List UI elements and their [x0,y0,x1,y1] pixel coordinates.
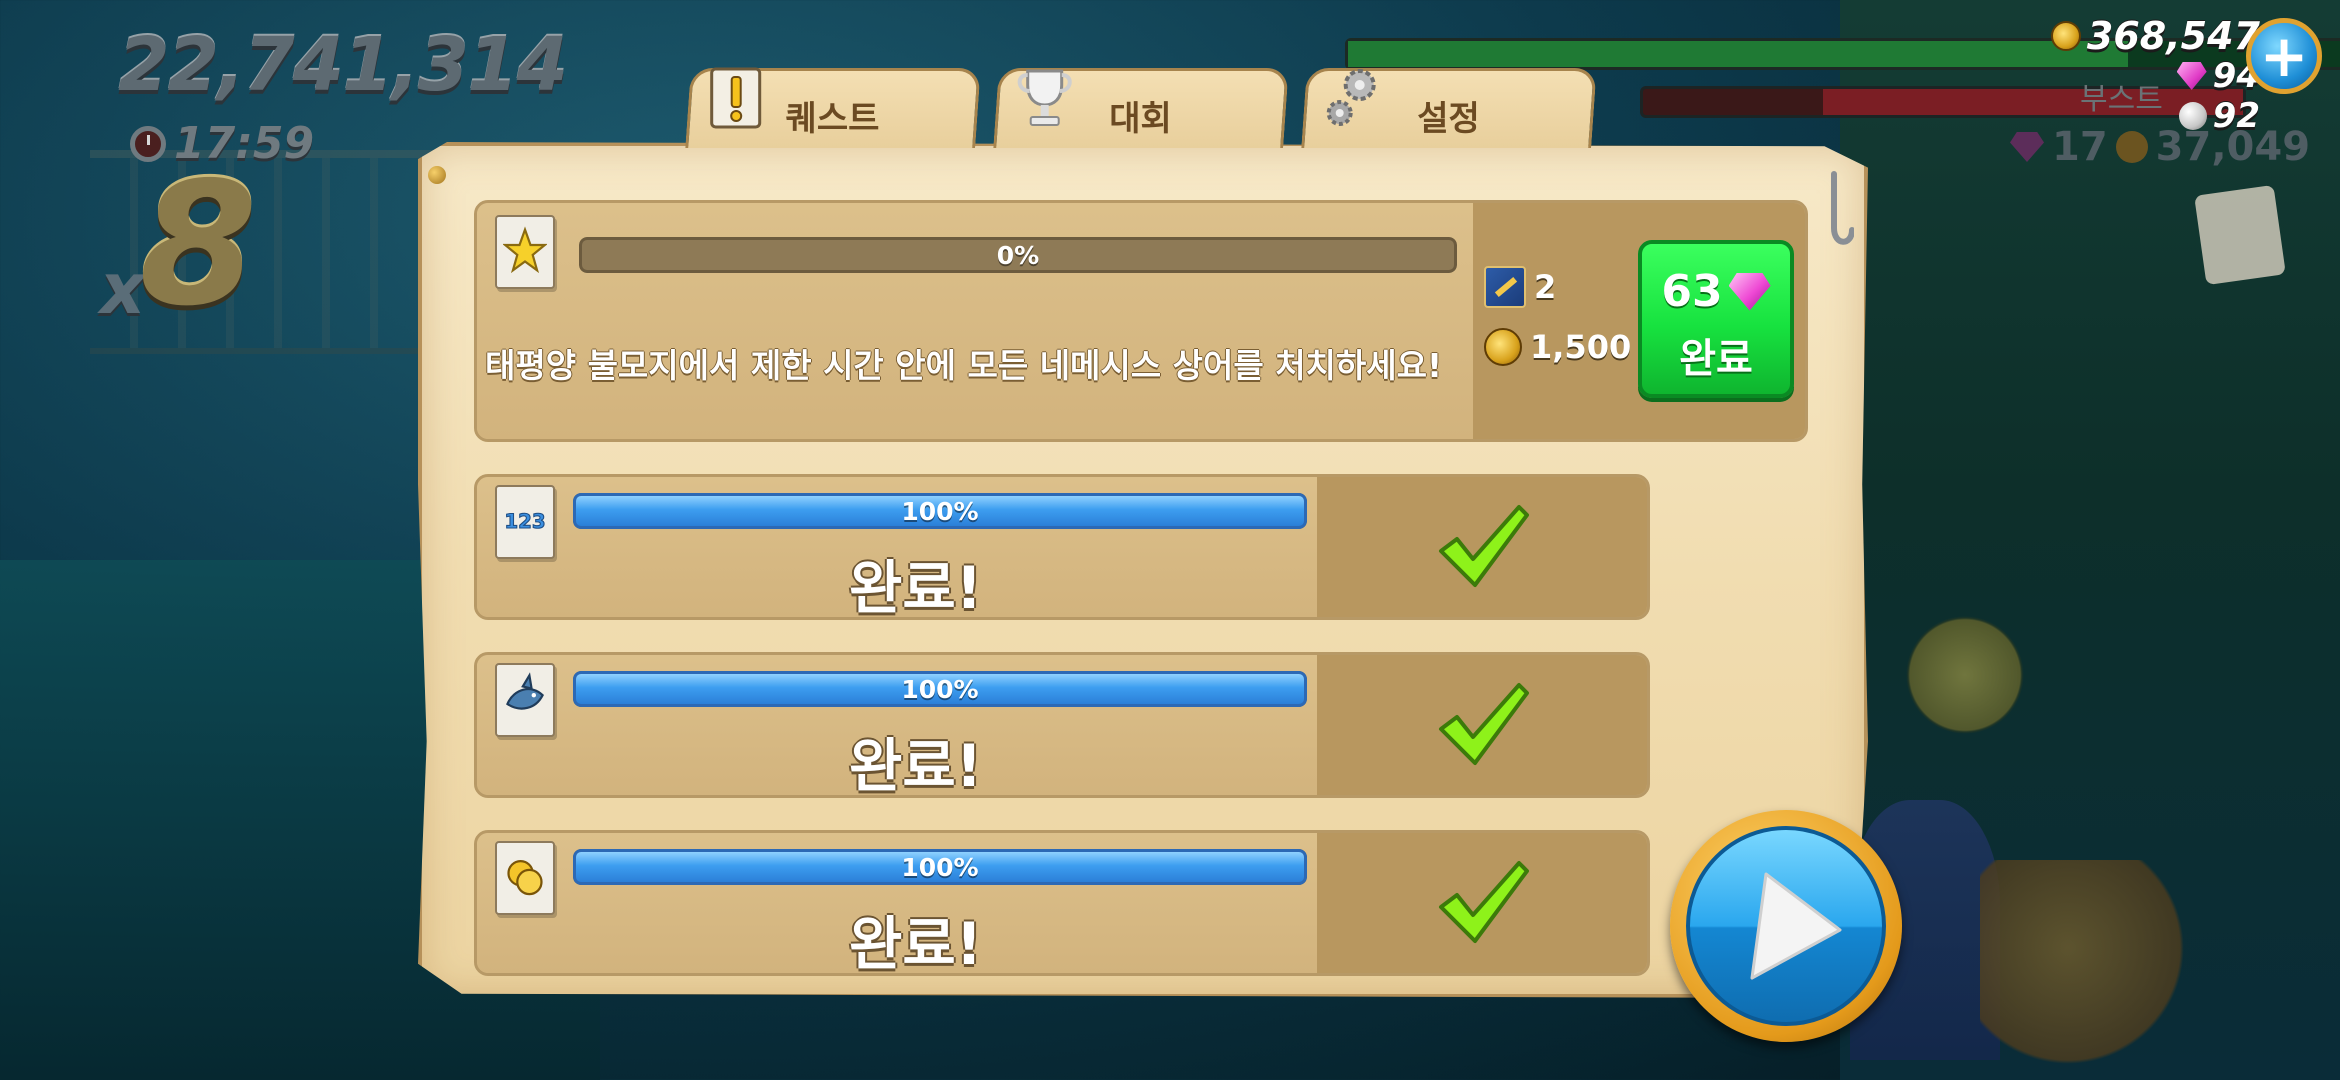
instant-complete-button[interactable]: 63 완료 [1638,240,1794,398]
gem-icon [1728,272,1771,311]
tab-quest-label: 퀘스트 [785,99,880,139]
dim-gem-value: 17 [2052,124,2108,170]
reward-coins-value: 1,500 [1530,328,1632,366]
coin-icon [1484,328,1522,366]
gem-icon [2176,62,2207,90]
nail-icon [428,166,446,184]
multiplier-value: 8 [139,146,258,344]
svg-text:123: 123 [504,510,545,533]
quest-progress-label: 100% [901,496,979,526]
coins-quest-icon [495,841,555,915]
dim-coin-value: 37,049 [2155,124,2311,170]
quest-progress-label: 100% [901,674,979,704]
quest-card-completed: 100% 완료! [474,652,1650,798]
number-123-quest-icon: 123 [495,485,555,559]
complete-label: 완료 [1679,336,1753,382]
quest-status: 완료! [849,732,983,798]
coin-balance: 368,547 [2050,14,2260,58]
coin-icon [2050,21,2081,51]
reward-coins: 1,500 [1484,328,1631,366]
quest-status: 완료! [849,910,983,976]
complete-cost: 63 [1661,266,1723,317]
checkmark-icon [1439,505,1529,587]
coin-icon [2115,131,2148,163]
score-multiplier: x 8 [100,160,257,330]
background-sponge [1980,860,2200,1080]
tab-tournament-label: 대회 [1109,99,1172,139]
score-counter: 22,741,314 [118,22,568,108]
reward-quest-count: 2 [1484,266,1556,308]
buy-currency-button[interactable]: + [2246,18,2322,94]
map-scroll-icon [2194,184,2286,286]
play-arrow-icon [1750,872,1842,980]
quest-card-body: 0% 태평양 불모지에서 제한 시간 안에 모든 네메시스 상어를 처치하세요! [477,203,1473,439]
dim-currency-readout: 17 37,049 [2010,124,2310,170]
quest-status: 완료! [849,554,983,620]
continue-button[interactable] [1670,810,1902,1042]
background-spool [1900,610,2030,740]
quest-progress-bar: 100% [573,671,1307,707]
tab-settings[interactable]: 설정 [1301,68,1597,148]
quest-progress-bar: 100% [573,849,1307,885]
fishing-hook-icon [1831,171,1854,245]
quest-progress-bar: 100% [573,493,1307,529]
gem-icon [2010,132,2044,162]
quest-progress-label: 0% [996,240,1040,270]
coin-balance-value: 368,547 [2086,14,2260,58]
plus-icon: + [2259,22,2309,90]
checkmark-icon [1439,861,1529,943]
tab-settings-label: 설정 [1417,99,1480,139]
quest-card-completed: 123 100% 완료! [474,474,1650,620]
quest-progress-bar: 0% [579,237,1457,273]
quest-progress-label: 100% [901,852,979,882]
tab-tournament[interactable]: 대회 [993,68,1289,148]
quest-reward-icon [1484,266,1526,308]
checkmark-icon [1439,683,1529,765]
shark-quest-icon [495,663,555,737]
tab-quest[interactable]: 퀘스트 [685,67,981,148]
starfish-quest-icon [495,215,555,289]
quest-card-completed: 100% 완료! [474,830,1650,976]
boost-label: 부스트 [2080,82,2163,117]
quest-card-active: 0% 태평양 불모지에서 제한 시간 안에 모든 네메시스 상어를 처치하세요! [474,200,1808,442]
quest-description: 태평양 불모지에서 제한 시간 안에 모든 네메시스 상어를 처치하세요! [485,346,1443,385]
reward-quest-count-value: 2 [1534,268,1557,306]
